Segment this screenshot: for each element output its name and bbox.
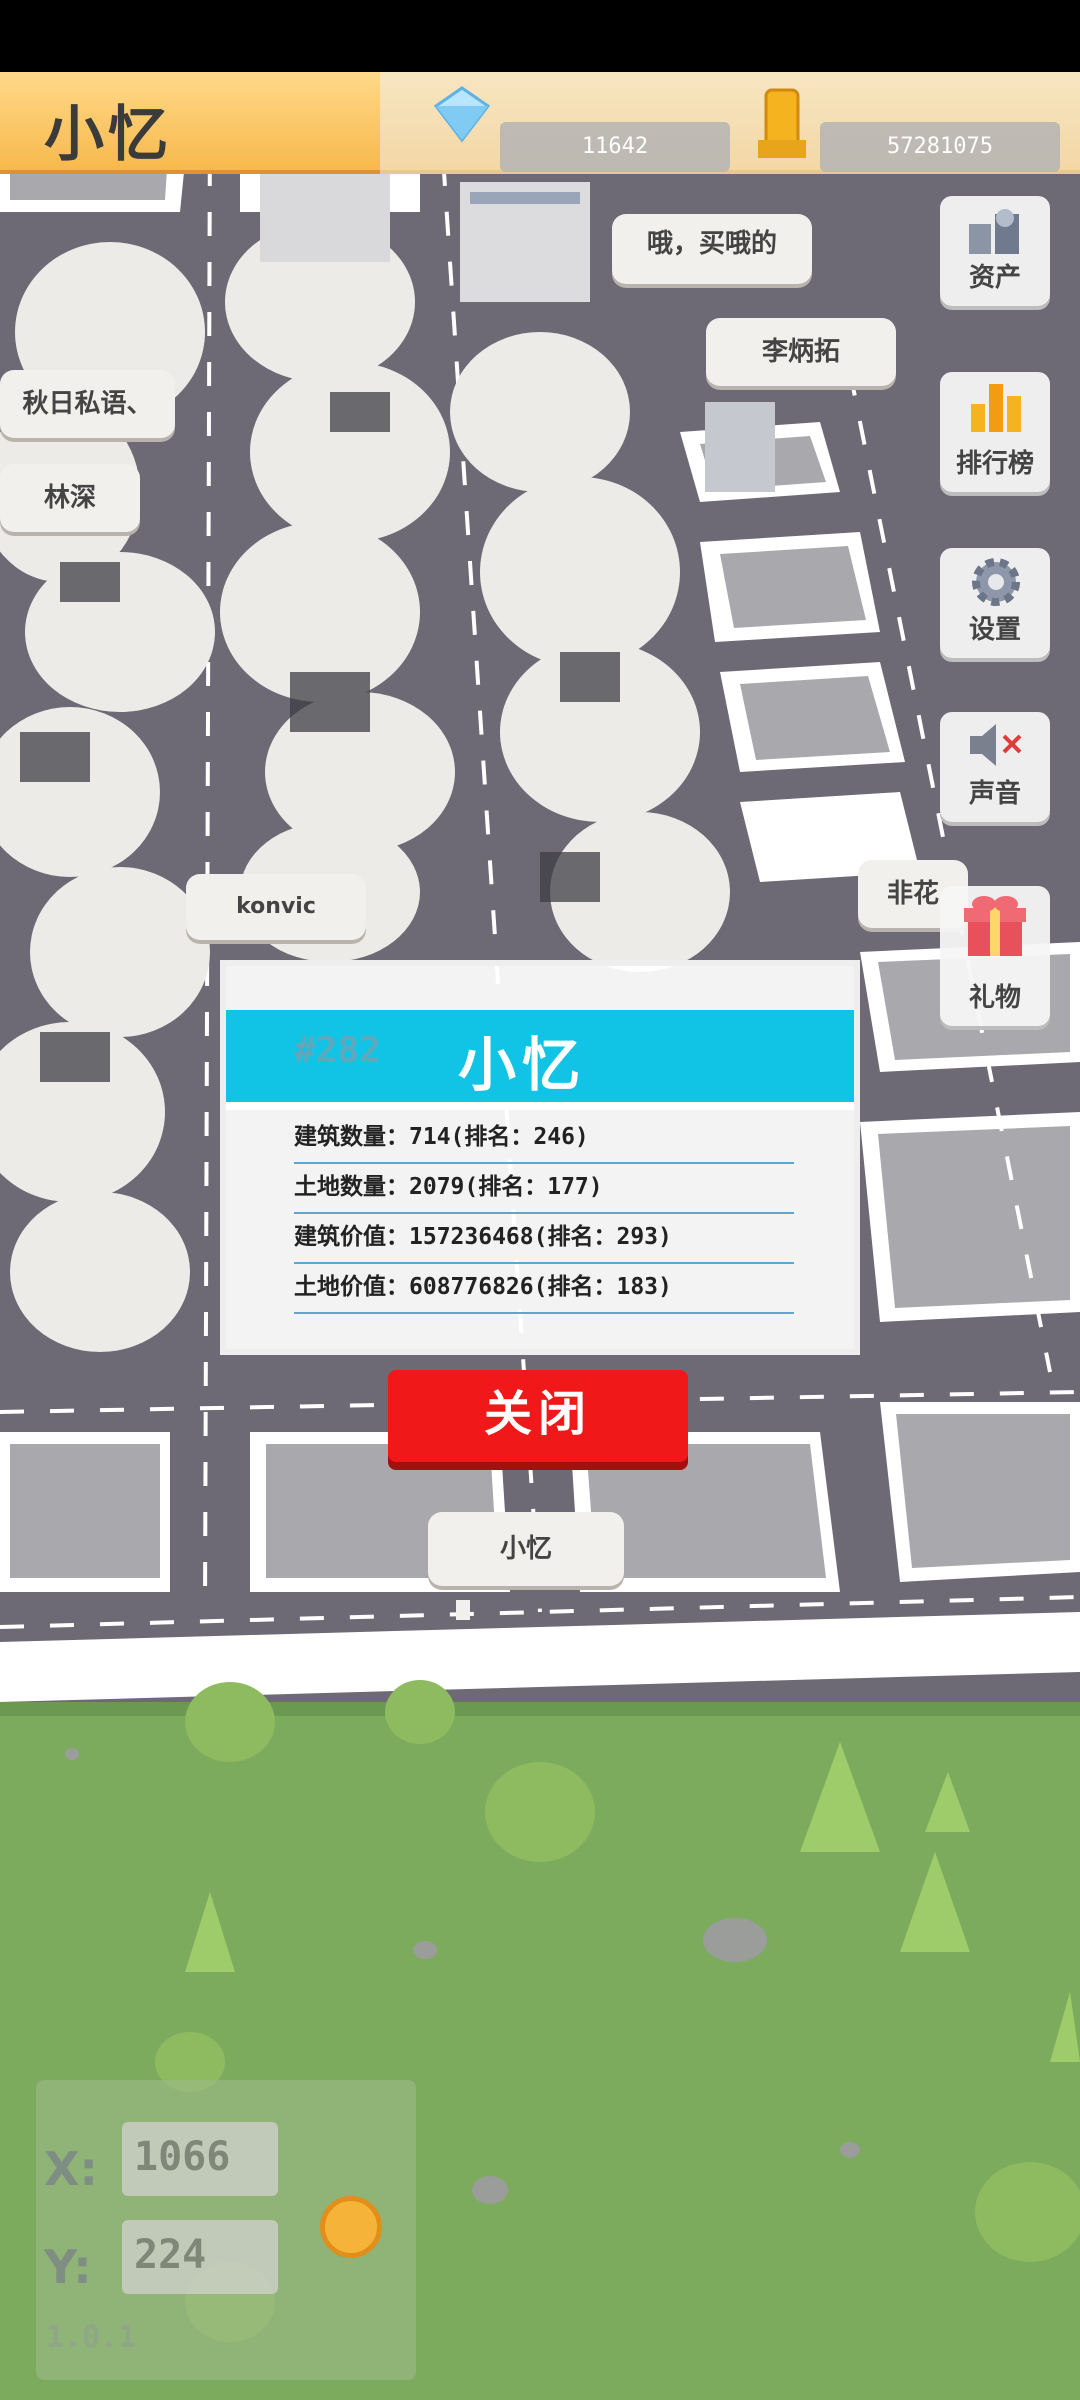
player-name-title: 小忆 [44, 100, 172, 170]
assets-label: 资产 [968, 263, 1021, 293]
coordinate-panel: X: 1066 Y: 224 1.0.1 [36, 2080, 416, 2380]
player-marker [456, 1600, 470, 1620]
coin-count: 57281075 [820, 122, 1060, 172]
close-button[interactable]: 关闭 [388, 1370, 688, 1462]
player-label-linshen[interactable]: 林深 [0, 464, 140, 532]
settings-label: 设置 [968, 615, 1021, 645]
x-coordinate-value: 1066 [122, 2122, 278, 2196]
gift-button[interactable]: 礼物 [940, 886, 1050, 1026]
chat-bubble: 哦，买哦的 [612, 214, 812, 284]
dialog-header: #282 小忆 [226, 1010, 854, 1110]
gear-icon [968, 554, 1024, 610]
player-label-self[interactable]: 小忆 [428, 1512, 624, 1586]
y-coordinate-value: 224 [122, 2220, 278, 2294]
status-bar [0, 0, 1080, 72]
version-label: 1.0.1 [46, 2320, 137, 2355]
player-label-li[interactable]: 李炳拓 [706, 318, 896, 386]
gift-icon [962, 892, 1028, 958]
assets-button[interactable]: 资产 [940, 196, 1050, 306]
dialog-player-name: 小忆 [458, 1031, 587, 1099]
gift-label: 礼物 [968, 983, 1021, 1013]
player-info-dialog: #282 小忆 建筑数量：714(排名：246) 土地数量：2079(排名：17… [220, 960, 860, 1355]
coins-stack-icon [965, 206, 1025, 256]
settings-button[interactable]: 设置 [940, 548, 1050, 658]
diamond-count: 11642 [500, 122, 730, 172]
coin-locate-icon[interactable] [320, 2196, 382, 2258]
stat-building-count: 建筑数量：714(排名：246) [294, 1112, 794, 1164]
player-label-qiuri[interactable]: 秋日私语、 [0, 370, 175, 438]
x-label: X: [44, 2142, 98, 2196]
coin-icon [752, 84, 812, 164]
bar-chart-icon [965, 378, 1025, 432]
player-rank: #282 [294, 1030, 381, 1071]
stat-land-value: 土地价值：608776826(排名：183) [294, 1262, 794, 1314]
stat-land-count: 土地数量：2079(排名：177) [294, 1162, 794, 1214]
ranking-label: 排行榜 [955, 449, 1034, 479]
diamond-icon [432, 84, 492, 144]
sound-button[interactable]: 声音 [940, 712, 1050, 822]
ranking-button[interactable]: 排行榜 [940, 372, 1050, 492]
sound-label: 声音 [968, 779, 1021, 809]
speaker-muted-icon [966, 720, 1026, 770]
stat-building-value: 建筑价值：157236468(排名：293) [294, 1212, 794, 1264]
player-label-konvic[interactable]: konvic [186, 874, 366, 940]
y-label: Y: [44, 2240, 92, 2294]
